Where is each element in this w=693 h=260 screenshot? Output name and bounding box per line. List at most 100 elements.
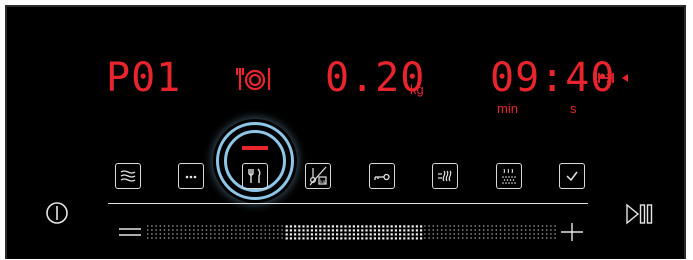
- more-options-button[interactable]: [178, 163, 204, 189]
- slider-dot: [407, 225, 410, 228]
- slider-dot: [277, 229, 279, 231]
- slider-dot: [168, 237, 170, 239]
- slider-dot: [172, 225, 174, 227]
- slider-dot: [172, 233, 174, 235]
- slider-dot: [457, 225, 460, 227]
- slider-dot: [378, 233, 381, 236]
- slider-dot: [420, 229, 423, 232]
- slider-dot: [260, 237, 262, 239]
- slider-dots: [147, 225, 556, 240]
- slider-dot: [214, 225, 216, 227]
- slider-dot: [281, 225, 283, 227]
- slider-dot: [495, 233, 497, 235]
- slider-dot: [508, 225, 510, 227]
- slider-dot: [357, 229, 360, 232]
- slider-dot: [415, 225, 418, 228]
- slider-dot: [466, 233, 468, 235]
- slider-dot: [420, 225, 423, 228]
- slider-dot: [382, 237, 385, 240]
- slider-dot: [193, 233, 195, 235]
- slider-dot: [348, 233, 351, 236]
- slider-dot: [319, 237, 322, 240]
- slider-dot: [247, 229, 250, 231]
- heating-mode-button[interactable]: [115, 163, 141, 189]
- slider-dot: [310, 233, 313, 236]
- child-lock-button[interactable]: [369, 163, 395, 189]
- slider-dot: [403, 237, 406, 240]
- slider-dot: [394, 237, 397, 240]
- slider-dot: [470, 233, 472, 235]
- slider-dot: [508, 229, 510, 231]
- slider-dot: [239, 237, 241, 239]
- slider-dot: [508, 233, 510, 235]
- slider-dot: [378, 237, 381, 240]
- confirm-button[interactable]: [559, 163, 585, 189]
- slider-dot: [449, 229, 451, 231]
- time-min-label: min: [497, 101, 518, 116]
- start-pause-icon[interactable]: [625, 202, 655, 226]
- slider-dot: [369, 233, 372, 236]
- slider-dot: [432, 225, 434, 227]
- slider-dot: [357, 237, 360, 240]
- slider-dot: [323, 237, 326, 240]
- slider-dot: [449, 225, 451, 227]
- slider-dot: [344, 233, 347, 236]
- program-display: P01: [106, 55, 182, 101]
- slider-dot: [222, 225, 224, 227]
- slider-dot: [541, 237, 544, 239]
- slider-dot: [289, 233, 292, 236]
- slider-dot: [424, 233, 426, 235]
- slider-dot: [210, 225, 212, 227]
- steam-button[interactable]: [496, 163, 522, 189]
- slider-dot: [159, 233, 161, 235]
- slider-dot: [453, 229, 455, 231]
- slider-dot: [268, 225, 271, 227]
- touch-slider[interactable]: [119, 222, 583, 242]
- slider-dot: [235, 229, 237, 231]
- slider-dot: [298, 229, 301, 232]
- slider-dot: [504, 237, 506, 239]
- slider-dot: [537, 233, 539, 235]
- slider-dot: [231, 237, 233, 239]
- slider-dot: [512, 237, 514, 239]
- slider-dot: [415, 237, 418, 240]
- slider-dot: [273, 225, 275, 227]
- svg-text:kg: kg: [320, 179, 326, 185]
- slider-dot: [214, 237, 216, 239]
- slider-dot: [147, 225, 149, 227]
- slider-dot: [260, 233, 262, 235]
- slider-dot: [294, 233, 297, 236]
- slider-dot: [264, 233, 266, 235]
- meal-program-button[interactable]: [242, 163, 268, 189]
- slider-dot: [168, 229, 170, 231]
- slider-dot: [533, 237, 535, 239]
- fast-preheat-button[interactable]: [432, 163, 458, 189]
- slider-dot: [487, 237, 489, 239]
- slider-dot: [512, 225, 514, 227]
- power-icon[interactable]: [44, 200, 70, 226]
- slider-dot: [264, 229, 266, 231]
- slider-dot: [256, 237, 258, 239]
- slider-dot: [302, 225, 305, 228]
- slider-dot: [147, 233, 149, 235]
- slider-dot: [163, 233, 166, 235]
- steam-dots-icon: [502, 168, 516, 184]
- slider-dot: [499, 237, 502, 239]
- slider-dot: [390, 225, 393, 228]
- slider-dot: [550, 229, 552, 231]
- slider-dot: [369, 225, 372, 228]
- slider-dot: [550, 233, 552, 235]
- slider-dot: [386, 237, 389, 240]
- slider-dot: [243, 225, 245, 227]
- panel-divider: [108, 203, 588, 205]
- slider-dot: [457, 237, 460, 239]
- slider-dot: [470, 237, 472, 239]
- slider-dot: [289, 225, 292, 228]
- weight-unit-label: kg: [410, 82, 424, 97]
- temperature-weight-button[interactable]: kg: [305, 163, 331, 189]
- slider-dot: [235, 237, 237, 239]
- slider-dot: [323, 233, 326, 236]
- slider-dot: [256, 233, 258, 235]
- slider-dot: [201, 237, 203, 239]
- slider-dot: [533, 225, 535, 227]
